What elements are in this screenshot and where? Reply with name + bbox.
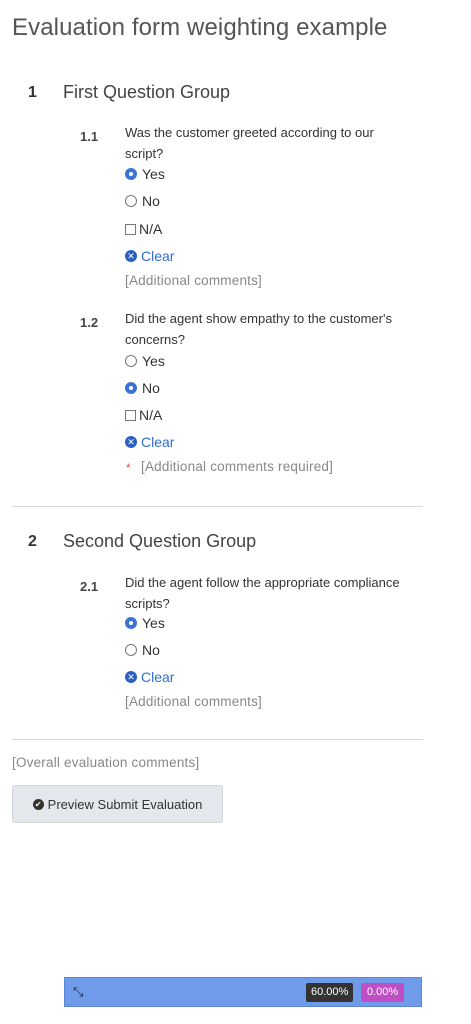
clear-button[interactable]: ✕ Clear: [125, 434, 174, 450]
question-text: Did the agent follow the appropriate com…: [125, 575, 400, 611]
question-number: 1.1: [80, 129, 99, 144]
question-1-1: 1.1 Was the customer greeted according t…: [0, 122, 440, 292]
clear-label: Clear: [141, 669, 175, 685]
group-title: Second Question Group: [63, 531, 257, 551]
page-title: Evaluation form weighting example: [12, 14, 388, 41]
check-circle-icon: ✔: [32, 798, 44, 810]
checkbox-icon[interactable]: [125, 409, 136, 421]
required-marker: *: [126, 461, 131, 475]
radio-selected-icon[interactable]: [125, 617, 137, 629]
radio-icon[interactable]: [125, 355, 137, 367]
overall-comments-field[interactable]: [Overall evaluation comments]: [12, 755, 199, 770]
radio-selected-icon[interactable]: [125, 382, 137, 394]
option-label: Yes: [142, 166, 165, 182]
option-label: N/A: [139, 407, 163, 423]
times-circle-icon: ✕: [125, 671, 137, 683]
section-divider: [12, 739, 423, 740]
option-label: No: [142, 193, 160, 209]
option-yes[interactable]: Yes: [125, 353, 165, 369]
option-label: No: [142, 642, 160, 658]
preview-submit-label: Preview Submit Evaluation: [47, 796, 203, 812]
critical-score-badge: 0.00%: [361, 983, 405, 1002]
clear-button[interactable]: ✕ Clear: [125, 248, 174, 264]
question-1-2: 1.2 Did the agent show empathy to the cu…: [0, 308, 440, 480]
question-2-1: 2.1 Did the agent follow the appropriate…: [0, 572, 440, 717]
resize-icon[interactable]: ⤡: [73, 984, 83, 1000]
group-divider: [12, 506, 423, 507]
option-label: Yes: [142, 353, 165, 369]
radio-selected-icon[interactable]: [125, 168, 137, 180]
option-yes[interactable]: Yes: [125, 166, 165, 182]
option-no[interactable]: No: [125, 380, 160, 396]
question-number: 2.1: [80, 579, 99, 594]
times-circle-icon: ✕: [125, 436, 137, 448]
times-circle-icon: ✕: [125, 250, 137, 262]
additional-comments-field[interactable]: [Additional comments]: [125, 694, 262, 709]
question-text: Was the customer greeted according to ou…: [125, 125, 374, 161]
clear-button[interactable]: ✕ Clear: [125, 669, 174, 685]
additional-comments-field[interactable]: [Additional comments]: [125, 273, 262, 288]
question-number: 1.2: [80, 315, 99, 330]
additional-comments-required-field[interactable]: [Additional comments required]: [141, 459, 333, 474]
checkbox-icon[interactable]: [125, 223, 136, 235]
score-status-bar: ⤡ 60.00% 0.00%: [64, 977, 422, 1007]
radio-icon[interactable]: [125, 195, 137, 207]
option-na[interactable]: N/A: [125, 407, 162, 423]
clear-label: Clear: [141, 248, 175, 264]
clear-label: Clear: [141, 434, 175, 450]
question-text: Did the agent show empathy to the custom…: [125, 311, 392, 347]
group-title: First Question Group: [63, 82, 231, 102]
option-na[interactable]: N/A: [125, 221, 162, 237]
group-number: 1: [28, 84, 37, 101]
group-number: 2: [28, 533, 37, 550]
option-no[interactable]: No: [125, 642, 160, 658]
option-label: Yes: [142, 615, 165, 631]
option-label: N/A: [139, 221, 163, 237]
score-badge: 60.00%: [306, 983, 354, 1002]
option-no[interactable]: No: [125, 193, 160, 209]
option-label: No: [142, 380, 160, 396]
radio-icon[interactable]: [125, 644, 137, 656]
option-yes[interactable]: Yes: [125, 615, 165, 631]
preview-submit-button[interactable]: ✔ Preview Submit Evaluation: [12, 785, 223, 823]
